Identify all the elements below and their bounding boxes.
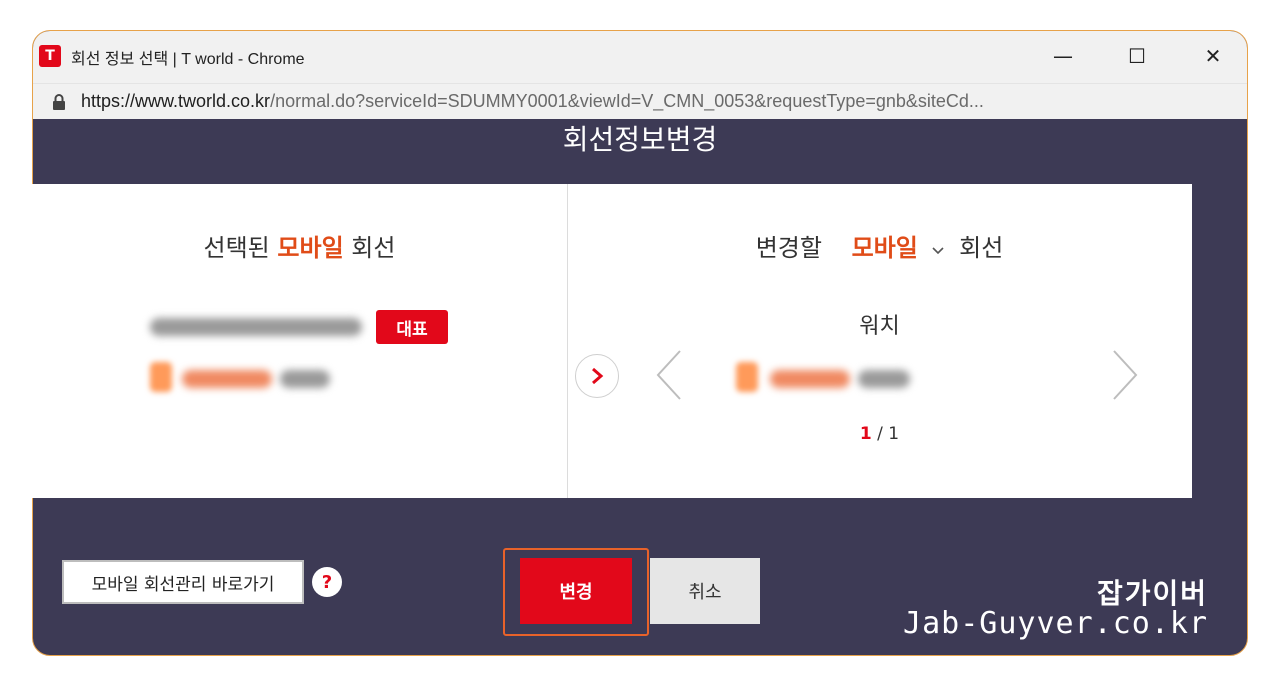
- prev-arrow-icon[interactable]: [654, 348, 684, 402]
- tworld-logo-icon: T: [39, 45, 61, 67]
- url-text[interactable]: https://www.tworld.co.kr/normal.do?servi…: [81, 91, 984, 112]
- chevron-down-icon[interactable]: [931, 246, 945, 256]
- dialog-heading: 회선정보변경: [562, 123, 718, 156]
- title-bar: T 회선 정보 선택 | T world - Chrome — ☐ ✕: [33, 31, 1247, 83]
- close-button[interactable]: ✕: [1193, 41, 1233, 71]
- blurred-device-detail: [858, 370, 910, 388]
- selected-type: 모바일: [277, 234, 344, 262]
- selected-line-title: 선택된 모바일 회선: [32, 228, 567, 263]
- pager-current: 1: [859, 424, 872, 444]
- next-arrow-icon[interactable]: [1110, 348, 1140, 402]
- blurred-device-plan: [770, 370, 850, 388]
- mobile-line-management-button[interactable]: 모바일 회선관리 바로가기: [62, 560, 304, 604]
- change-button[interactable]: 변경: [520, 558, 632, 624]
- blurred-line-info: [150, 318, 362, 336]
- change-type-select[interactable]: 모바일: [852, 234, 918, 262]
- change-suffix: 회선: [959, 234, 1004, 262]
- window-title: 회선 정보 선택 | T world - Chrome: [71, 51, 305, 68]
- cancel-button[interactable]: 취소: [650, 558, 760, 624]
- url-path: /normal.do?serviceId=SDUMMY0001&viewId=V…: [270, 91, 984, 111]
- chevron-right-icon: [592, 367, 604, 385]
- pager-total: 1: [888, 424, 900, 444]
- device-name: 워치: [859, 314, 900, 339]
- pager: 1 / 1: [567, 424, 1192, 444]
- pager-separator: /: [871, 424, 889, 444]
- selected-prefix: 선택된: [203, 234, 270, 262]
- lock-icon: [53, 94, 65, 110]
- representative-badge: 대표: [376, 310, 448, 344]
- maximize-button[interactable]: ☐: [1117, 41, 1157, 71]
- change-line-title: 변경할 모바일 회선: [567, 228, 1192, 263]
- watermark-english: Jab-Guyver.co.kr: [903, 606, 1208, 641]
- help-icon[interactable]: ?: [312, 567, 342, 597]
- blurred-device-icon: [736, 362, 758, 392]
- change-prefix: 변경할: [755, 234, 822, 262]
- blurred-plan-icon: [150, 362, 172, 392]
- url-host: https://www.tworld.co.kr: [81, 91, 271, 111]
- transfer-arrow-button[interactable]: [575, 354, 619, 398]
- line-info-panel: 선택된 모바일 회선 대표 변경할 모바일 회선 워치 1 / 1: [32, 184, 1192, 498]
- address-bar[interactable]: https://www.tworld.co.kr/normal.do?servi…: [33, 83, 1247, 119]
- selected-suffix: 회선: [351, 234, 396, 262]
- blurred-plan-detail: [280, 370, 330, 388]
- minimize-button[interactable]: —: [1043, 41, 1083, 71]
- blurred-plan-name: [182, 370, 272, 388]
